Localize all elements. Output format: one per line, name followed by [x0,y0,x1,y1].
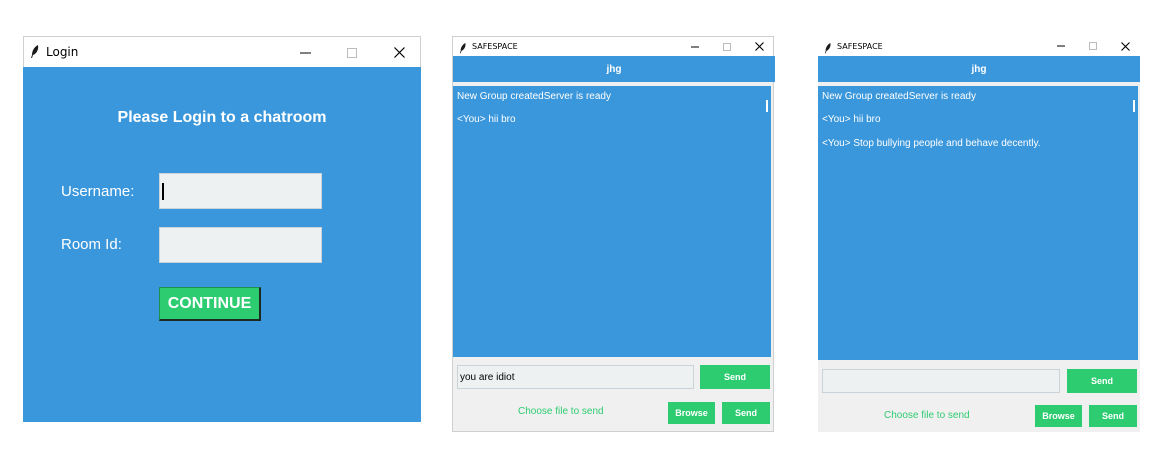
chat1-message-area: New Group createdServer is ready <You> h… [453,86,763,357]
chat2-header-label: jhg [971,63,987,75]
chat1-message-input[interactable]: you are idiot [457,365,694,389]
maximize-icon[interactable] [1085,36,1101,56]
login-window: Login Please Login to a chatroom Usernam… [23,36,421,422]
chat-message: New Group createdServer is ready [457,91,611,102]
login-titlebar: Login [23,36,421,67]
choose-file-label: Choose file to send [518,406,604,417]
chat-message: <You> Stop bullying people and behave de… [822,138,1041,149]
browse-button[interactable]: Browse [1035,405,1082,427]
chat2-scrollbar[interactable] [1130,86,1138,360]
minimize-icon[interactable] [1053,36,1069,56]
chat1-header: jhg [453,56,775,82]
close-icon[interactable] [388,37,410,68]
send-message-button[interactable]: Send [1067,369,1137,393]
continue-button[interactable]: CONTINUE [159,287,261,321]
minimize-icon[interactable] [687,37,703,56]
minimize-icon[interactable] [294,37,316,68]
chat-message: <You> hii bro [822,114,881,125]
chat1-window-title: SAFESPACE [472,42,518,51]
login-body: Please Login to a chatroom Username: Roo… [23,67,421,422]
login-window-title: Login [46,45,79,59]
maximize-icon[interactable] [719,37,735,56]
feather-icon [459,41,467,54]
choose-file-label: Choose file to send [884,410,970,421]
chat2-header: jhg [818,56,1140,82]
chat-message: <You> hii bro [457,114,516,125]
chat2-message-area: New Group createdServer is ready <You> h… [818,86,1130,360]
send-file-button[interactable]: Send [1089,405,1137,427]
chat2-titlebar: SAFESPACE [818,36,1140,56]
login-heading: Please Login to a chatroom [117,109,327,126]
scrollbar-thumb[interactable] [766,100,768,112]
browse-button[interactable]: Browse [668,402,715,424]
text-cursor [162,183,164,200]
chat-message: New Group createdServer is ready [822,91,976,102]
roomid-label: Room Id: [61,236,122,253]
send-file-button[interactable]: Send [722,402,770,424]
roomid-input[interactable] [159,227,322,263]
chat2-message-input[interactable] [822,369,1060,393]
chat-window-2: SAFESPACE jhg New Group createdServer is… [818,36,1140,432]
feather-icon [30,45,40,59]
send-message-button[interactable]: Send [700,365,770,389]
chat-window-1: SAFESPACE jhg New Group createdServer is… [452,36,775,432]
close-icon[interactable] [751,37,767,56]
chat1-header-label: jhg [606,63,622,75]
close-icon[interactable] [1117,36,1133,56]
feather-icon [824,41,832,53]
chat1-scrollbar[interactable] [763,86,771,357]
maximize-icon[interactable] [341,37,363,68]
username-label: Username: [61,183,135,200]
username-input[interactable] [159,173,322,209]
chat1-titlebar: SAFESPACE [453,37,773,56]
scrollbar-thumb[interactable] [1133,100,1135,112]
chat1-input-value: you are idiot [460,372,515,383]
chat2-window-title: SAFESPACE [837,41,883,51]
